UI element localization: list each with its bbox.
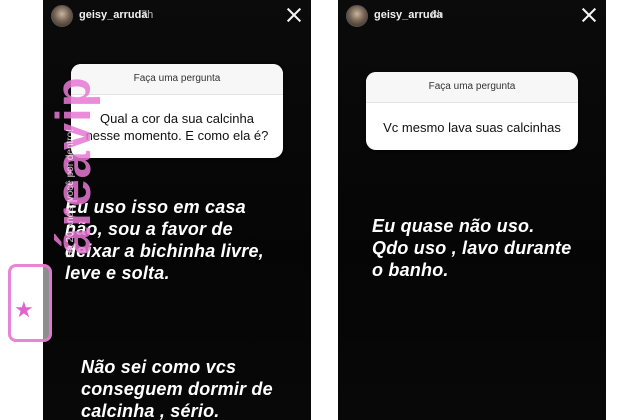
avatar[interactable] xyxy=(346,5,368,27)
story-header: geisy_arruda 7h xyxy=(43,0,311,32)
avatar[interactable] xyxy=(51,5,73,27)
question-text: Qual a cor da sua calcinha nesse momento… xyxy=(85,111,269,143)
story-header: geisy_arruda 8h xyxy=(338,0,606,32)
question-sticker: Faça uma pergunta Qual a cor da sua calc… xyxy=(71,64,283,158)
question-header: Faça uma pergunta xyxy=(71,64,283,95)
story-right: geisy_arruda 8h Faça uma pergunta Vc mes… xyxy=(338,0,606,420)
close-icon[interactable] xyxy=(580,6,598,24)
story-time: 8h xyxy=(431,9,444,21)
question-header: Faça uma pergunta xyxy=(366,72,578,103)
star-icon: ★ xyxy=(14,297,34,322)
watermark-tagline: Há 20 anos, você por dentro! xyxy=(65,129,76,258)
story-time: 7h xyxy=(141,9,154,21)
question-sticker: Faça uma pergunta Vc mesmo lava suas cal… xyxy=(366,72,578,150)
question-text: Vc mesmo lava suas calcinhas xyxy=(383,120,561,135)
close-icon[interactable] xyxy=(285,6,303,24)
username[interactable]: geisy_arruda xyxy=(79,9,147,21)
answer-text: Eu quase não uso. Qdo uso , lavo durante… xyxy=(372,216,572,280)
answer-text-secondary: Não sei como vcs conseguem dormir de cal… xyxy=(81,357,273,420)
